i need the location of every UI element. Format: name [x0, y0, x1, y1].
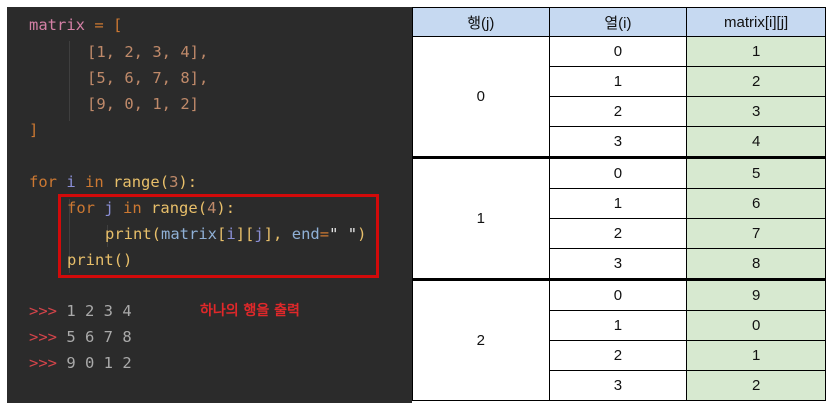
code-line-row-2: [5, 6, 7, 8],: [87, 69, 209, 87]
col-index-cell: 3: [548, 126, 688, 158]
table-row: 209: [412, 278, 826, 401]
table-row: 001: [412, 36, 826, 158]
col-index-cell: 3: [548, 248, 688, 280]
col-index-cell: 0: [548, 278, 688, 311]
output-line-3: >>> 9 0 1 2: [29, 354, 132, 372]
value-cell: 1: [686, 340, 826, 371]
value-cell: 4: [686, 126, 826, 158]
code-line-close-bracket: ]: [29, 121, 39, 139]
value-cell: 8: [686, 248, 826, 280]
value-cell: 7: [686, 218, 826, 249]
code-editor-panel: matrix = [ [1, 2, 3, 4], [5, 6, 7, 8], […: [7, 7, 412, 403]
value-cell: 2: [686, 370, 826, 401]
code-line-row-3: [9, 0, 1, 2]: [87, 95, 199, 113]
value-cell: 1: [686, 36, 826, 67]
value-cell: 2: [686, 66, 826, 97]
header-col-index: 열(i): [548, 7, 688, 37]
annotation-label: 하나의 행을 출력: [200, 303, 300, 319]
row-index-cell: 1: [412, 156, 550, 280]
matrix-index-table-container: 행(j) 열(i) matrix[i][j] 00112233410516273…: [412, 7, 826, 401]
col-index-cell: 2: [548, 218, 688, 249]
highlight-box: [58, 194, 379, 278]
code-line-matrix-decl: matrix = [: [29, 16, 123, 34]
value-cell: 6: [686, 188, 826, 219]
header-row-index: 행(j): [412, 7, 550, 37]
col-index-cell: 0: [548, 36, 688, 67]
matrix-index-table: 행(j) 열(i) matrix[i][j] 00112233410516273…: [412, 7, 826, 401]
code-line-outer-for: for i in range(3):: [29, 173, 198, 191]
row-index-cell: 2: [412, 278, 550, 401]
col-index-cell: 2: [548, 340, 688, 371]
col-index-cell: 2: [548, 96, 688, 127]
value-cell: 3: [686, 96, 826, 127]
output-line-1: >>> 1 2 3 4: [29, 302, 132, 320]
output-line-2: >>> 5 6 7 8: [29, 328, 132, 346]
value-cell: 5: [686, 156, 826, 189]
row-index-cell: 0: [412, 36, 550, 158]
code-line-row-1: [1, 2, 3, 4],: [87, 43, 209, 61]
table-header-row: 행(j) 열(i) matrix[i][j]: [412, 7, 826, 37]
header-value: matrix[i][j]: [686, 7, 826, 37]
col-index-cell: 1: [548, 188, 688, 219]
value-cell: 9: [686, 278, 826, 311]
value-cell: 0: [686, 310, 826, 341]
col-index-cell: 3: [548, 370, 688, 401]
col-index-cell: 0: [548, 156, 688, 189]
col-index-cell: 1: [548, 310, 688, 341]
table-row: 105: [412, 156, 826, 280]
col-index-cell: 1: [548, 66, 688, 97]
